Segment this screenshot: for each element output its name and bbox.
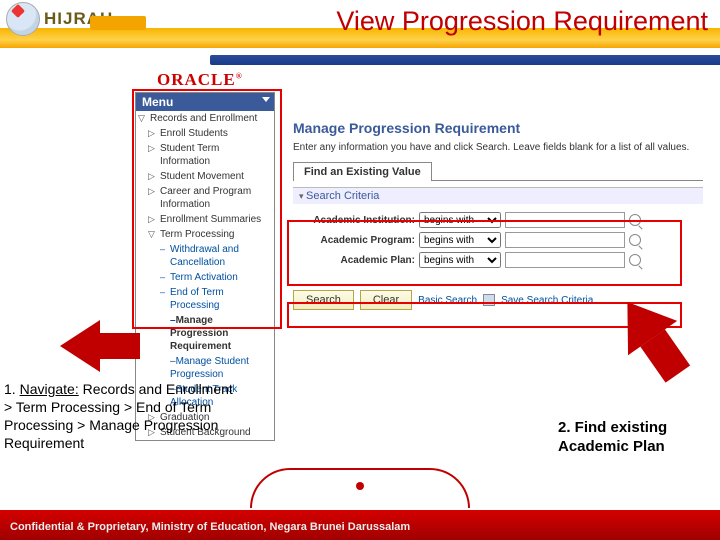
slide-title: View Progression Requirement: [336, 6, 708, 37]
page-title: Manage Progression Requirement: [293, 120, 703, 136]
callout-note-1: 1. Navigate: Records and Enrollment > Te…: [4, 380, 244, 452]
main-panel: Manage Progression Requirement Enter any…: [275, 92, 705, 441]
criteria-operator[interactable]: begins with: [419, 232, 501, 248]
criteria-label: Academic Plan:: [297, 255, 415, 266]
save-icon: [483, 294, 495, 306]
menu-item-4[interactable]: Career and Program Information: [136, 184, 274, 212]
criteria-row-0: Academic Institution: begins with: [297, 212, 699, 228]
lookup-icon[interactable]: [629, 214, 641, 226]
footer-ornament: [250, 468, 470, 508]
clear-button[interactable]: Clear: [360, 290, 412, 310]
menu-item-7[interactable]: Withdrawal and Cancellation: [136, 242, 274, 270]
oracle-logo: ORACLE®: [157, 70, 705, 90]
criteria-input[interactable]: [505, 212, 625, 228]
logo-emblem: [6, 2, 40, 36]
criteria-operator[interactable]: begins with: [419, 212, 501, 228]
menu-item-10[interactable]: Manage Progression Requirement: [136, 313, 274, 354]
criteria-input[interactable]: [505, 252, 625, 268]
criteria-label: Academic Institution:: [297, 215, 415, 226]
menu-item-9[interactable]: End of Term Processing: [136, 285, 274, 313]
slide-footer: Confidential & Proprietary, Ministry of …: [0, 488, 720, 540]
menu-item-3[interactable]: Student Movement: [136, 169, 274, 184]
divider-bar: [210, 55, 720, 65]
criteria-row-2: Academic Plan: begins with: [297, 252, 699, 268]
slide-header: HIJRAH View Progression Requirement: [0, 0, 720, 48]
criteria-input[interactable]: [505, 232, 625, 248]
menu-item-0[interactable]: Records and Enrollment: [136, 111, 274, 126]
footer-text: Confidential & Proprietary, Ministry of …: [10, 521, 410, 533]
menu-item-6[interactable]: Term Processing: [136, 227, 274, 242]
menu-item-11[interactable]: Manage Student Progression: [136, 354, 274, 382]
callout-note-2: 2. Find existing Academic Plan: [558, 418, 708, 456]
arrow-callout-1: [60, 320, 100, 372]
menu-item-2[interactable]: Student Term Information: [136, 141, 274, 169]
logo-tagline: [90, 16, 146, 30]
search-button[interactable]: Search: [293, 290, 354, 310]
save-search-link[interactable]: Save Search Criteria: [501, 295, 593, 306]
menu-item-8[interactable]: Term Activation: [136, 270, 274, 285]
search-criteria-header[interactable]: Search Criteria: [293, 188, 703, 204]
lookup-icon[interactable]: [629, 254, 641, 266]
menu-item-5[interactable]: Enrollment Summaries: [136, 212, 274, 227]
page-instruction: Enter any information you have and click…: [293, 142, 703, 153]
criteria-operator[interactable]: begins with: [419, 252, 501, 268]
lookup-icon[interactable]: [629, 234, 641, 246]
criteria-row-1: Academic Program: begins with: [297, 232, 699, 248]
criteria-label: Academic Program:: [297, 235, 415, 246]
menu-item-1[interactable]: Enroll Students: [136, 126, 274, 141]
menu-header[interactable]: Menu: [136, 93, 274, 111]
tab-find-existing[interactable]: Find an Existing Value: [293, 162, 432, 181]
basic-search-link[interactable]: Basic Search: [418, 295, 477, 306]
